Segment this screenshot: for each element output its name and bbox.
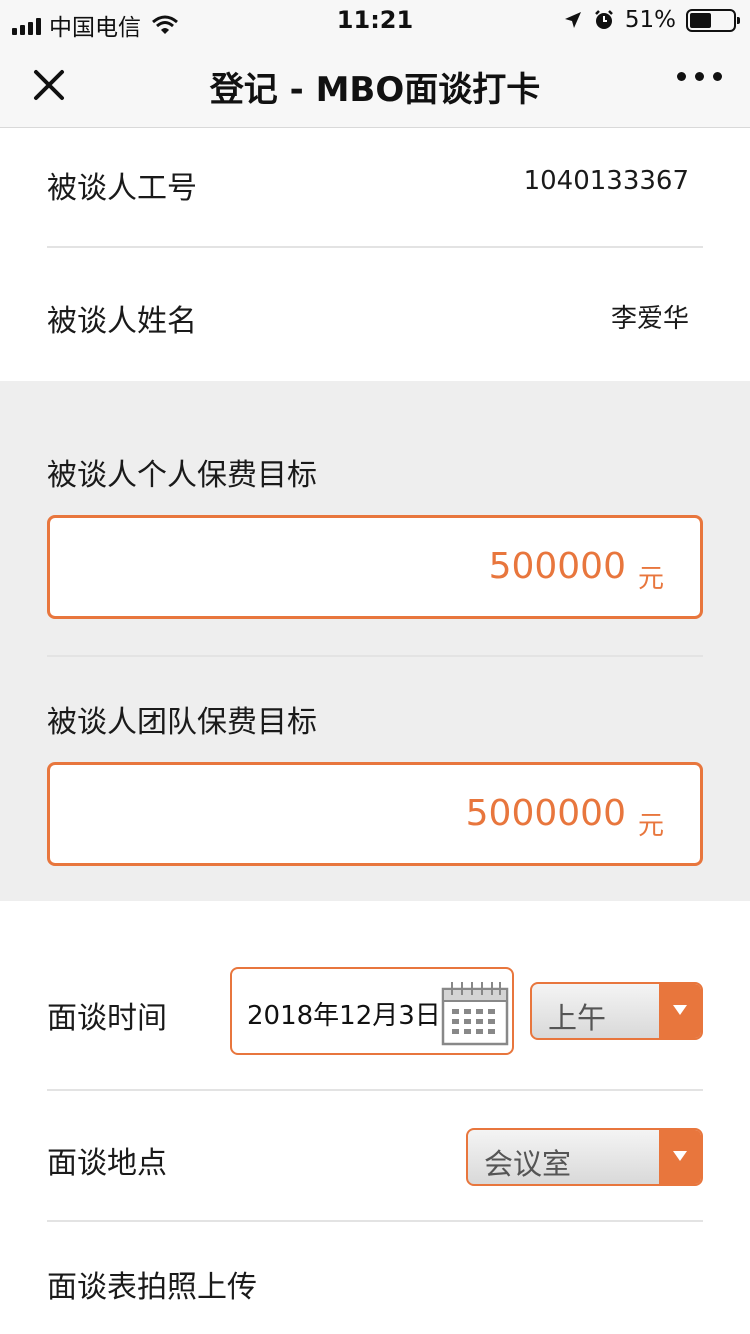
chevron-down-icon[interactable]: [659, 1130, 701, 1184]
status-right: 51%: [563, 7, 740, 33]
location-arrow-icon: [564, 12, 581, 28]
divider: [47, 655, 703, 657]
employee-id-label: 被谈人工号: [47, 171, 197, 206]
interview-date-value: 2018年12月3日: [247, 1001, 441, 1031]
interview-period-value: 上午: [548, 1001, 607, 1035]
photo-upload-label: 面谈表拍照上传: [47, 1270, 257, 1305]
interview-date-picker[interactable]: 2018年12月3日: [230, 967, 514, 1055]
interview-place-value: 会议室: [484, 1147, 572, 1181]
alarm-icon: [594, 10, 613, 29]
team-target-label: 被谈人团队保费目标: [47, 705, 317, 740]
personal-target-label: 被谈人个人保费目标: [47, 458, 317, 493]
employee-id-row: 被谈人工号 1040133367: [47, 128, 703, 248]
battery-percent: 51%: [624, 7, 676, 33]
status-bar: 中国电信 11:21 51%: [0, 0, 750, 41]
more-icon[interactable]: [677, 72, 722, 81]
team-target-value: 5000000: [465, 793, 626, 834]
battery-fill: [690, 12, 712, 28]
employee-id-value: 1040133367: [523, 166, 689, 196]
team-target-input[interactable]: 5000000 元: [47, 762, 703, 866]
interview-place-label: 面谈地点: [47, 1146, 167, 1181]
page-title: 登记 - MBO面谈打卡: [209, 70, 541, 110]
nav-bar: 登记 - MBO面谈打卡: [0, 40, 750, 128]
calendar-icon[interactable]: [440, 979, 510, 1047]
employee-name-row: 被谈人姓名 李爱华: [47, 248, 703, 381]
battery-icon: [686, 8, 740, 32]
divider: [47, 1089, 703, 1091]
personal-target-unit: 元: [637, 564, 664, 594]
personal-target-value: 500000: [488, 546, 626, 587]
employee-name-value: 李爱华: [610, 304, 689, 334]
team-target-unit: 元: [637, 811, 664, 841]
employee-name-label: 被谈人姓名: [47, 304, 197, 339]
chevron-down-icon[interactable]: [659, 984, 701, 1038]
interview-time-label: 面谈时间: [47, 1001, 167, 1036]
interview-place-select[interactable]: 会议室: [466, 1128, 703, 1186]
divider: [47, 1220, 703, 1222]
interview-period-select[interactable]: 上午: [530, 982, 703, 1040]
personal-target-input[interactable]: 500000 元: [47, 515, 703, 619]
